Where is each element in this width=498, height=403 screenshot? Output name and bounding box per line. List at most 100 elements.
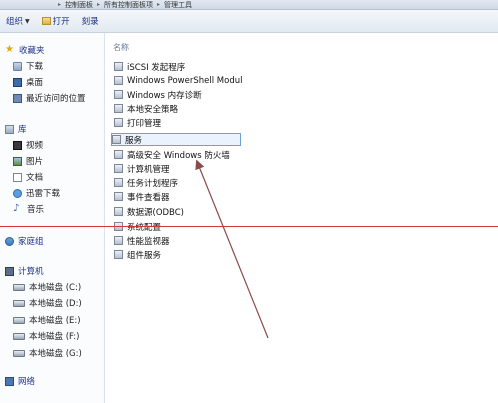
nav-drive-label: 本地磁盘 (G:) — [29, 349, 82, 359]
nav-computer[interactable]: 计算机 — [5, 264, 44, 278]
library-icon — [5, 124, 14, 134]
nav-library-label: 库 — [18, 125, 27, 135]
nav-homegroup[interactable]: 家庭组 — [5, 234, 44, 248]
nav-xunlei[interactable]: 迅雷下载 — [13, 186, 60, 200]
breadcrumb-separator-icon: ▸ — [157, 1, 161, 8]
hard-drive-icon — [13, 316, 25, 324]
nav-drive-f[interactable]: 本地磁盘 (F:) — [13, 329, 79, 343]
xunlei-download-icon — [13, 188, 22, 198]
burn-button[interactable]: 刻录 — [76, 10, 105, 32]
breadcrumb: ▸ 控制面板 ▸ 所有控制面板项 ▸ 管理工具 — [58, 0, 192, 9]
breadcrumb-control-panel[interactable]: 控制面板 — [65, 0, 93, 10]
nav-drive-label: 本地磁盘 (D:) — [29, 299, 82, 309]
list-item-label: 高级安全 Windows 防火墙 — [127, 150, 230, 161]
nav-drive-e[interactable]: 本地磁盘 (E:) — [13, 313, 81, 327]
hard-drive-icon — [13, 349, 25, 357]
nav-library[interactable]: 库 — [5, 122, 27, 136]
list-item-services[interactable]: 服务 — [111, 133, 241, 146]
nav-pictures[interactable]: 图片 — [13, 154, 43, 168]
nav-documents[interactable]: 文档 — [13, 170, 43, 184]
column-header-name[interactable]: 名称 — [113, 42, 129, 53]
nav-drive-c[interactable]: 本地磁盘 (C:) — [13, 280, 81, 294]
desktop-icon — [13, 77, 22, 87]
nav-favorites[interactable]: ★ 收藏夹 — [5, 43, 45, 57]
toolbar: 组织 ▼ 打开 刻录 — [0, 10, 498, 33]
video-icon — [13, 140, 22, 150]
document-icon — [13, 172, 22, 182]
nav-network[interactable]: 网络 — [5, 374, 35, 388]
nav-music-label: 音乐 — [27, 205, 45, 215]
list-item-print-management[interactable]: 打印管理 — [114, 116, 161, 129]
organize-button[interactable]: 组织 ▼ — [0, 10, 36, 32]
security-policy-icon — [114, 104, 123, 113]
nav-pictures-label: 图片 — [26, 157, 44, 167]
list-item-firewall[interactable]: 高级安全 Windows 防火墙 — [114, 148, 230, 161]
list-item-component-services[interactable]: 组件服务 — [114, 248, 161, 261]
list-item-label: 本地安全策略 — [127, 104, 179, 115]
list-item-task-scheduler[interactable]: 任务计划程序 — [114, 176, 178, 189]
nav-drive-d[interactable]: 本地磁盘 (D:) — [13, 296, 82, 310]
nav-drive-label: 本地磁盘 (E:) — [29, 316, 81, 326]
hard-drive-icon — [13, 332, 25, 340]
list-item-label: Windows 内存诊断 — [127, 90, 202, 101]
data-source-icon — [114, 207, 123, 216]
nav-documents-label: 文档 — [26, 173, 44, 183]
nav-drive-label: 本地磁盘 (C:) — [29, 283, 82, 293]
nav-desktop[interactable]: 桌面 — [13, 75, 43, 89]
nav-music[interactable]: ♪ 音乐 — [13, 202, 44, 216]
list-item-label: 打印管理 — [127, 118, 162, 129]
nav-downloads[interactable]: 下载 — [13, 59, 43, 73]
services-gear-icon — [112, 135, 121, 144]
task-scheduler-icon — [114, 178, 123, 187]
open-label: 打开 — [52, 17, 70, 27]
list-item-label: 服务 — [125, 135, 143, 146]
list-item-performance-monitor[interactable]: 性能监视器 — [114, 234, 170, 247]
open-button[interactable]: 打开 — [36, 10, 76, 32]
list-item-powershell[interactable]: Windows PowerShell Modul — [114, 74, 242, 87]
list-item-label: 事件查看器 — [127, 192, 170, 203]
annotation-red-line — [0, 226, 498, 227]
breadcrumb-admin-tools[interactable]: 管理工具 — [164, 0, 192, 10]
breadcrumb-separator-icon: ▸ — [58, 1, 62, 8]
list-item-memory-diagnostic[interactable]: Windows 内存诊断 — [114, 88, 202, 101]
computer-management-icon — [114, 164, 123, 173]
list-item-label: 性能监视器 — [127, 236, 170, 247]
nav-recent-label: 最近访问的位置 — [26, 94, 86, 104]
nav-computer-label: 计算机 — [18, 267, 44, 277]
nav-videos-label: 视频 — [26, 141, 44, 151]
nav-recent[interactable]: 最近访问的位置 — [13, 91, 86, 105]
list-item-label: Windows PowerShell Modul — [127, 75, 243, 86]
nav-drive-label: 本地磁盘 (F:) — [29, 332, 80, 342]
breadcrumb-all-items[interactable]: 所有控制面板项 — [104, 0, 153, 10]
nav-homegroup-label: 家庭组 — [18, 237, 44, 247]
music-note-icon: ♪ — [13, 203, 20, 214]
address-bar[interactable]: ▸ 控制面板 ▸ 所有控制面板项 ▸ 管理工具 — [0, 0, 498, 10]
list-item-label: 数据源(ODBC) — [127, 207, 184, 218]
event-viewer-icon — [114, 192, 123, 201]
downloads-folder-icon — [13, 61, 22, 71]
nav-xunlei-label: 迅雷下载 — [26, 189, 61, 199]
list-item-label: iSCSI 发起程序 — [127, 62, 186, 73]
list-item-label: 任务计划程序 — [127, 178, 179, 189]
list-item-iscsi[interactable]: iSCSI 发起程序 — [114, 60, 185, 73]
nav-videos[interactable]: 视频 — [13, 138, 43, 152]
organize-label: 组织 — [6, 17, 24, 27]
nav-drive-g[interactable]: 本地磁盘 (G:) — [13, 346, 82, 360]
list-item-odbc[interactable]: 数据源(ODBC) — [114, 205, 184, 218]
network-icon — [5, 376, 14, 386]
chevron-down-icon: ▼ — [25, 17, 30, 25]
computer-icon — [5, 266, 14, 276]
navigation-pane[interactable]: ★ 收藏夹 下载 桌面 最近访问的位置 库 视频 图片 文档 迅雷下载 ♪ 音乐… — [0, 33, 105, 403]
list-item-computer-management[interactable]: 计算机管理 — [114, 162, 170, 175]
list-item-label: 计算机管理 — [127, 164, 170, 175]
performance-monitor-icon — [114, 236, 123, 245]
homegroup-icon — [5, 236, 14, 246]
printer-icon — [114, 118, 123, 127]
list-item-event-viewer[interactable]: 事件查看器 — [114, 190, 170, 203]
star-icon: ★ — [5, 44, 14, 55]
nav-favorites-label: 收藏夹 — [19, 46, 45, 56]
list-item-local-security[interactable]: 本地安全策略 — [114, 102, 178, 115]
firewall-icon — [114, 150, 123, 159]
hard-drive-icon — [13, 283, 25, 291]
memory-diagnostic-icon — [114, 90, 123, 99]
